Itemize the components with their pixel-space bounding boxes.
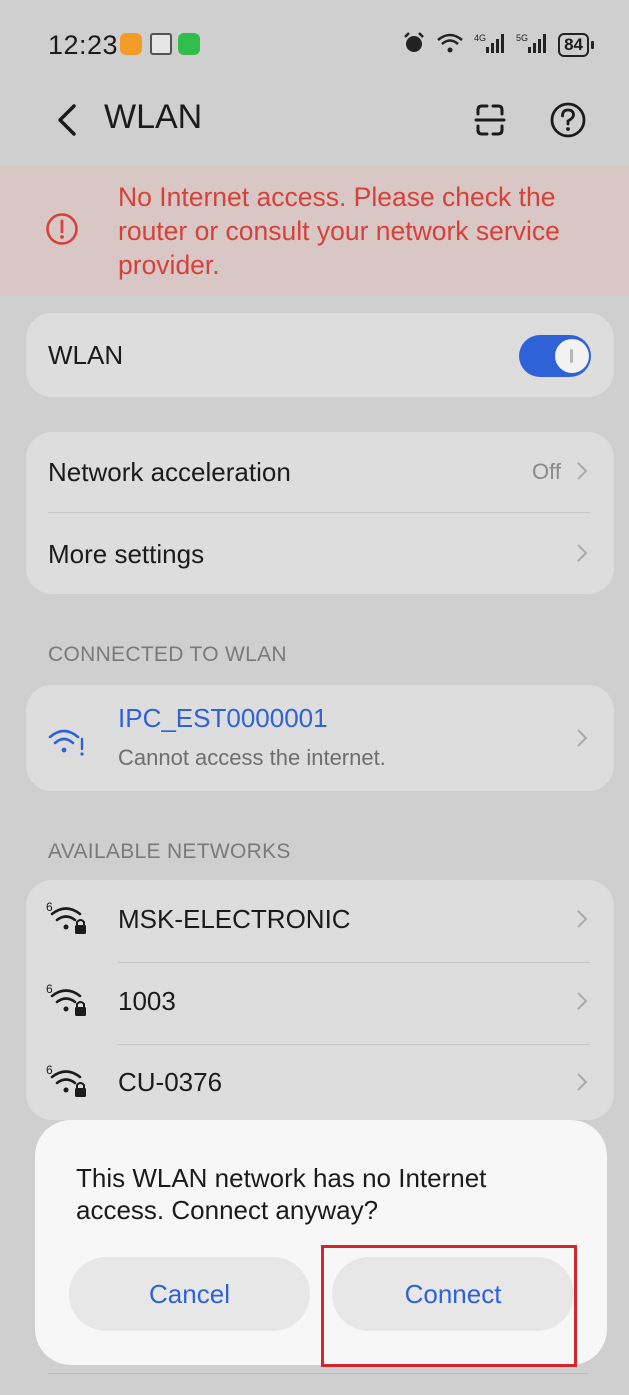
network-ssid: 1003 <box>118 986 176 1016</box>
chevron-right-icon <box>577 1073 588 1091</box>
battery-icon: 84 <box>558 33 594 57</box>
cancel-button[interactable]: Cancel <box>69 1257 310 1331</box>
notification-image-icon <box>150 33 172 55</box>
divider <box>48 1373 588 1374</box>
svg-text:6: 6 <box>46 982 53 996</box>
more-settings-label[interactable]: More settings <box>48 539 204 570</box>
wlan-toggle-knob <box>555 339 589 373</box>
notification-message-icon <box>178 33 200 55</box>
connected-ssid: IPC_EST0000001 <box>118 703 328 733</box>
chevron-right-icon <box>577 729 588 747</box>
notification-app-icon <box>120 33 142 55</box>
wlan-label: WLAN <box>48 340 124 370</box>
network-acceleration-label[interactable]: Network acceleration <box>48 457 291 488</box>
page-title: WLAN <box>104 98 203 136</box>
help-circle-icon <box>550 102 586 138</box>
chevron-left-icon <box>58 104 76 136</box>
wifi-status-icon <box>436 31 464 60</box>
signal-4g-icon: 4G <box>474 31 506 60</box>
help-button[interactable] <box>546 98 590 142</box>
chevron-right-icon <box>577 992 588 1010</box>
network-ssid: CU-0376 <box>118 1067 223 1097</box>
chevron-right-icon <box>577 910 588 928</box>
chevron-right-icon <box>577 462 588 480</box>
svg-text:6: 6 <box>46 1063 53 1077</box>
status-time: 12:23 <box>48 30 119 60</box>
alert-circle-icon <box>45 212 79 246</box>
dialog-message: This WLAN network has no Internet access… <box>76 1163 487 1225</box>
wifi6-lock-icon: 6 <box>46 900 86 934</box>
network-acceleration-value: Off <box>532 459 561 484</box>
wifi-warning-icon <box>48 729 84 756</box>
scan-button[interactable] <box>468 98 512 142</box>
network-ssid: MSK-ELECTRONIC <box>118 904 351 934</box>
network-row[interactable] <box>26 1044 614 1120</box>
wifi6-lock-icon: 6 <box>46 1063 86 1097</box>
svg-text:4G: 4G <box>474 33 486 43</box>
back-button[interactable] <box>50 100 86 140</box>
system-status-icons: 4G 5G 84 <box>402 31 594 60</box>
scan-icon <box>474 104 506 136</box>
chevron-right-icon <box>577 544 588 562</box>
connected-section-header: CONNECTED TO WLAN <box>48 643 287 666</box>
highlight-box <box>321 1245 577 1367</box>
svg-text:6: 6 <box>46 900 53 914</box>
svg-text:5G: 5G <box>516 33 528 43</box>
available-section-header: AVAILABLE NETWORKS <box>48 840 291 863</box>
divider <box>48 512 590 513</box>
connected-status: Cannot access the internet. <box>118 745 386 770</box>
wifi6-lock-icon: 6 <box>46 982 86 1016</box>
signal-5g-icon: 5G <box>516 31 548 60</box>
alert-message: No Internet access. Please check the rou… <box>118 182 560 280</box>
network-row[interactable] <box>26 962 614 1042</box>
connected-network-row[interactable] <box>26 685 614 791</box>
alarm-icon <box>402 31 426 60</box>
